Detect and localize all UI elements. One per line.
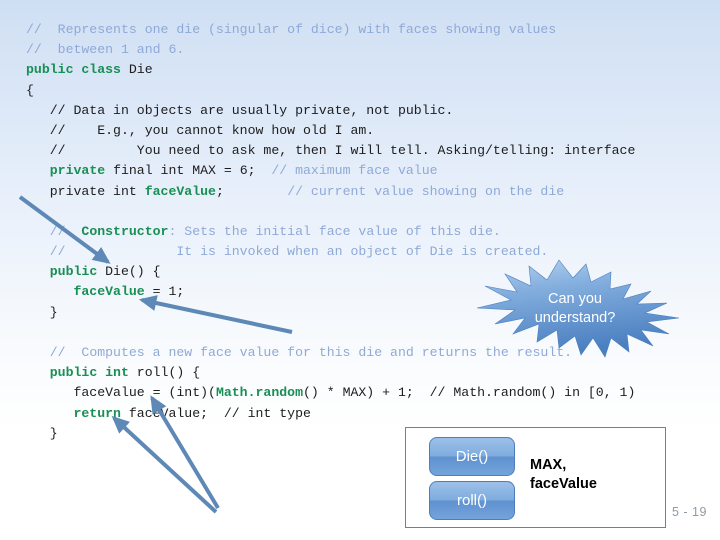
code-token: faceValue; // int type <box>120 405 311 421</box>
code-line: // You need to ask me, then I will tell.… <box>26 141 716 161</box>
method-button-die[interactable]: Die() <box>429 437 515 476</box>
object-field-facevalue: faceValue <box>530 476 597 492</box>
code-token: : Sets the initial face value of this di… <box>168 223 501 239</box>
code-token: faceValue <box>73 284 145 300</box>
code-token: public <box>49 264 98 280</box>
code-line: // between 1 and 6. <box>26 40 716 60</box>
callout-starburst: Can you understand? <box>455 258 681 360</box>
slide-canvas: // Represents one die (singular of dice)… <box>0 0 720 540</box>
object-field-max: MAX, <box>530 457 567 473</box>
method-button-roll[interactable]: roll() <box>429 481 515 520</box>
code-line: private final int MAX = 6; // maximum fa… <box>26 161 716 181</box>
code-token: Constructor <box>81 223 169 239</box>
code-line: return faceValue; // int type <box>26 404 716 424</box>
code-token: // current value showing on the die <box>287 183 565 199</box>
code-token: // You need to ask me, then I will tell.… <box>26 143 636 159</box>
code-line: public int roll() { <box>26 363 716 383</box>
code-token: } <box>26 304 58 320</box>
code-line: private int faceValue; // current value … <box>26 182 716 202</box>
code-line: public class Die <box>26 60 716 80</box>
code-line: { <box>26 81 716 101</box>
code-token: { <box>26 82 34 98</box>
object-fields: MAX, faceValue <box>530 456 597 494</box>
code-token: // Data in objects are usually private, … <box>26 102 454 118</box>
code-token: ; <box>215 183 288 199</box>
code-token: roll() { <box>128 365 201 381</box>
code-token: faceValue = (int)( <box>26 385 216 401</box>
code-token: faceValue <box>144 183 216 199</box>
code-line: // Data in objects are usually private, … <box>26 101 716 121</box>
callout-line-1: Can you <box>547 291 602 307</box>
code-token: public class <box>26 62 121 78</box>
code-token: // between 1 and 6. <box>26 42 185 58</box>
code-token: Math.random <box>215 385 303 401</box>
code-token: public int <box>49 365 129 381</box>
code-line: // E.g., you cannot know how old I am. <box>26 121 716 141</box>
code-token: // E.g., you cannot know how old I am. <box>26 122 375 138</box>
code-token: = 1; <box>144 284 185 300</box>
code-line: // Represents one die (singular of dice)… <box>26 20 716 40</box>
code-block: // Represents one die (singular of dice)… <box>26 20 716 444</box>
code-token: // Represents one die (singular of dice)… <box>26 22 557 37</box>
callout-line-2: understand? <box>534 310 616 326</box>
code-token: private int <box>26 183 145 199</box>
code-token: () * MAX) + 1; // Math.random() in [0, 1… <box>303 385 636 401</box>
code-token: return <box>73 405 121 421</box>
code-token: Die() { <box>97 264 161 280</box>
code-line: // Constructor: Sets the initial face va… <box>26 222 716 242</box>
code-token: // <box>49 223 82 239</box>
callout-text: Can you understand? <box>455 258 681 360</box>
code-token: Die <box>120 62 153 78</box>
object-panel: Die() roll() MAX, faceValue <box>405 427 666 528</box>
code-line: faceValue = (int)(Math.random() * MAX) +… <box>26 383 716 403</box>
code-token: // maximum face value <box>271 163 438 179</box>
code-token: private <box>49 163 106 179</box>
page-number: 5 - 19 <box>672 505 707 519</box>
code-token: } <box>26 425 58 441</box>
code-token: // It is invoked when an object of Die i… <box>49 244 549 260</box>
code-token: final int MAX = 6; <box>105 163 272 179</box>
